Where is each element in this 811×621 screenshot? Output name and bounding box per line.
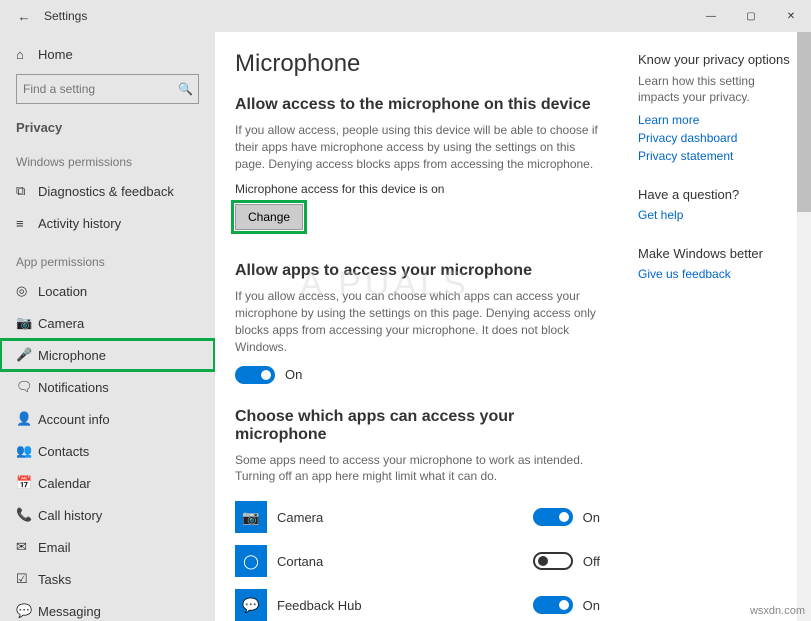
sidebar-item-camera[interactable]: 📷Camera bbox=[0, 307, 215, 339]
sidebar-item-notifications[interactable]: 🗨Notifications bbox=[0, 371, 215, 403]
window-title: Settings bbox=[40, 9, 87, 23]
app-icon: ◯ bbox=[235, 545, 267, 577]
sidebar-group-windows-permissions: Windows permissions bbox=[0, 139, 215, 175]
home-label: Home bbox=[38, 47, 73, 62]
sidebar-item-calendar[interactable]: 📅Calendar bbox=[0, 467, 215, 499]
sidebar-item-location[interactable]: ◎Location bbox=[0, 275, 215, 307]
vertical-scrollbar[interactable] bbox=[797, 32, 811, 621]
sidebar-item-diagnostics-feedback[interactable]: ⧉Diagnostics & feedback bbox=[0, 175, 215, 207]
section-access-desc: If you allow access, people using this d… bbox=[235, 122, 600, 172]
allow-apps-toggle[interactable] bbox=[235, 366, 275, 384]
back-button[interactable]: ← bbox=[8, 9, 40, 24]
sidebar-item-label: Call history bbox=[38, 508, 102, 523]
search-input[interactable] bbox=[23, 82, 178, 96]
app-toggle-label: On bbox=[583, 510, 600, 525]
sidebar-item-icon: 📞 bbox=[16, 507, 38, 523]
app-icon: 💬 bbox=[235, 589, 267, 621]
app-name: Cortana bbox=[277, 554, 523, 569]
sidebar-item-icon: ≡ bbox=[16, 216, 38, 231]
app-row-cortana: ◯ Cortana Off bbox=[235, 539, 600, 583]
sidebar-item-microphone[interactable]: 🎤Microphone bbox=[0, 339, 215, 371]
sidebar-item-label: Contacts bbox=[38, 444, 89, 459]
maximize-button[interactable]: ▢ bbox=[731, 0, 771, 32]
make-windows-better-heading: Make Windows better bbox=[638, 246, 792, 261]
app-row-feedback-hub: 💬 Feedback Hub On bbox=[235, 583, 600, 621]
window-controls: — ▢ ✕ bbox=[691, 0, 811, 32]
section-allow-apps-desc: If you allow access, you can choose whic… bbox=[235, 288, 600, 355]
sidebar-item-tasks[interactable]: ☑Tasks bbox=[0, 563, 215, 595]
sidebar-item-activity-history[interactable]: ≡Activity history bbox=[0, 207, 215, 239]
app-toggle-label: On bbox=[583, 598, 600, 613]
app-name: Camera bbox=[277, 510, 523, 525]
right-column: Know your privacy options Learn how this… bbox=[620, 32, 810, 621]
app-list: 📷 Camera On◯ Cortana Off💬 Feedback Hub O… bbox=[235, 495, 600, 621]
sidebar-category-privacy: Privacy bbox=[0, 110, 215, 139]
sidebar-item-icon: ◎ bbox=[16, 283, 38, 299]
have-question-heading: Have a question? bbox=[638, 187, 792, 202]
sidebar-home[interactable]: ⌂ Home bbox=[0, 38, 215, 70]
privacy-link-privacy-dashboard[interactable]: Privacy dashboard bbox=[638, 131, 792, 145]
sidebar: ⌂ Home 🔍 Privacy Windows permissions ⧉Di… bbox=[0, 32, 215, 621]
sidebar-item-label: Messaging bbox=[38, 604, 101, 619]
sidebar-item-label: Camera bbox=[38, 316, 84, 331]
get-help-link[interactable]: Get help bbox=[638, 208, 792, 222]
app-toggle[interactable] bbox=[533, 596, 573, 614]
sidebar-item-label: Tasks bbox=[38, 572, 71, 587]
privacy-link-learn-more[interactable]: Learn more bbox=[638, 113, 792, 127]
sidebar-item-icon: 🎤 bbox=[16, 347, 38, 363]
close-button[interactable]: ✕ bbox=[771, 0, 811, 32]
sidebar-item-label: Email bbox=[38, 540, 71, 555]
app-toggle-label: Off bbox=[583, 554, 600, 569]
know-privacy-heading: Know your privacy options bbox=[638, 52, 792, 67]
change-button[interactable]: Change bbox=[235, 204, 303, 230]
titlebar: ← Settings — ▢ ✕ bbox=[0, 0, 811, 32]
sidebar-item-icon: 📅 bbox=[16, 475, 38, 491]
app-row-camera: 📷 Camera On bbox=[235, 495, 600, 539]
sidebar-item-label: Notifications bbox=[38, 380, 109, 395]
sidebar-search[interactable]: 🔍 bbox=[16, 74, 199, 104]
page-title: Microphone bbox=[235, 50, 600, 78]
sidebar-item-icon: 👥 bbox=[16, 443, 38, 459]
minimize-button[interactable]: — bbox=[691, 0, 731, 32]
sidebar-item-contacts[interactable]: 👥Contacts bbox=[0, 435, 215, 467]
section-choose-desc: Some apps need to access your microphone… bbox=[235, 452, 600, 486]
sidebar-item-label: Calendar bbox=[38, 476, 91, 491]
know-privacy-desc: Learn how this setting impacts your priv… bbox=[638, 73, 792, 105]
sidebar-item-icon: 💬 bbox=[16, 603, 38, 619]
sidebar-item-label: Diagnostics & feedback bbox=[38, 184, 174, 199]
section-access-heading: Allow access to the microphone on this d… bbox=[235, 96, 600, 114]
sidebar-item-messaging[interactable]: 💬Messaging bbox=[0, 595, 215, 621]
search-icon: 🔍 bbox=[178, 82, 193, 96]
app-toggle[interactable] bbox=[533, 552, 573, 570]
app-name: Feedback Hub bbox=[277, 598, 523, 613]
main-content: A PUALS Microphone Allow access to the m… bbox=[215, 32, 811, 621]
sidebar-group-app-permissions: App permissions bbox=[0, 239, 215, 275]
sidebar-item-account-info[interactable]: 👤Account info bbox=[0, 403, 215, 435]
section-choose-heading: Choose which apps can access your microp… bbox=[235, 408, 600, 444]
watermark-text: wsxdn.com bbox=[750, 605, 805, 617]
sidebar-item-icon: 🗨 bbox=[16, 379, 38, 395]
give-feedback-link[interactable]: Give us feedback bbox=[638, 267, 792, 281]
sidebar-item-icon: 📷 bbox=[16, 315, 38, 331]
access-status: Microphone access for this device is on bbox=[235, 182, 600, 196]
sidebar-item-label: Activity history bbox=[38, 216, 121, 231]
scrollbar-thumb[interactable] bbox=[797, 32, 811, 212]
sidebar-item-icon: 👤 bbox=[16, 411, 38, 427]
sidebar-item-label: Location bbox=[38, 284, 87, 299]
sidebar-item-icon: ⧉ bbox=[16, 183, 38, 199]
sidebar-item-call-history[interactable]: 📞Call history bbox=[0, 499, 215, 531]
sidebar-item-email[interactable]: ✉Email bbox=[0, 531, 215, 563]
app-toggle[interactable] bbox=[533, 508, 573, 526]
sidebar-item-icon: ✉ bbox=[16, 539, 38, 555]
sidebar-item-icon: ☑ bbox=[16, 571, 38, 587]
sidebar-item-label: Microphone bbox=[38, 348, 106, 363]
allow-apps-toggle-label: On bbox=[285, 367, 302, 382]
app-icon: 📷 bbox=[235, 501, 267, 533]
privacy-link-privacy-statement[interactable]: Privacy statement bbox=[638, 149, 792, 163]
section-allow-apps-heading: Allow apps to access your microphone bbox=[235, 262, 600, 280]
sidebar-item-label: Account info bbox=[38, 412, 110, 427]
home-icon: ⌂ bbox=[16, 47, 38, 62]
